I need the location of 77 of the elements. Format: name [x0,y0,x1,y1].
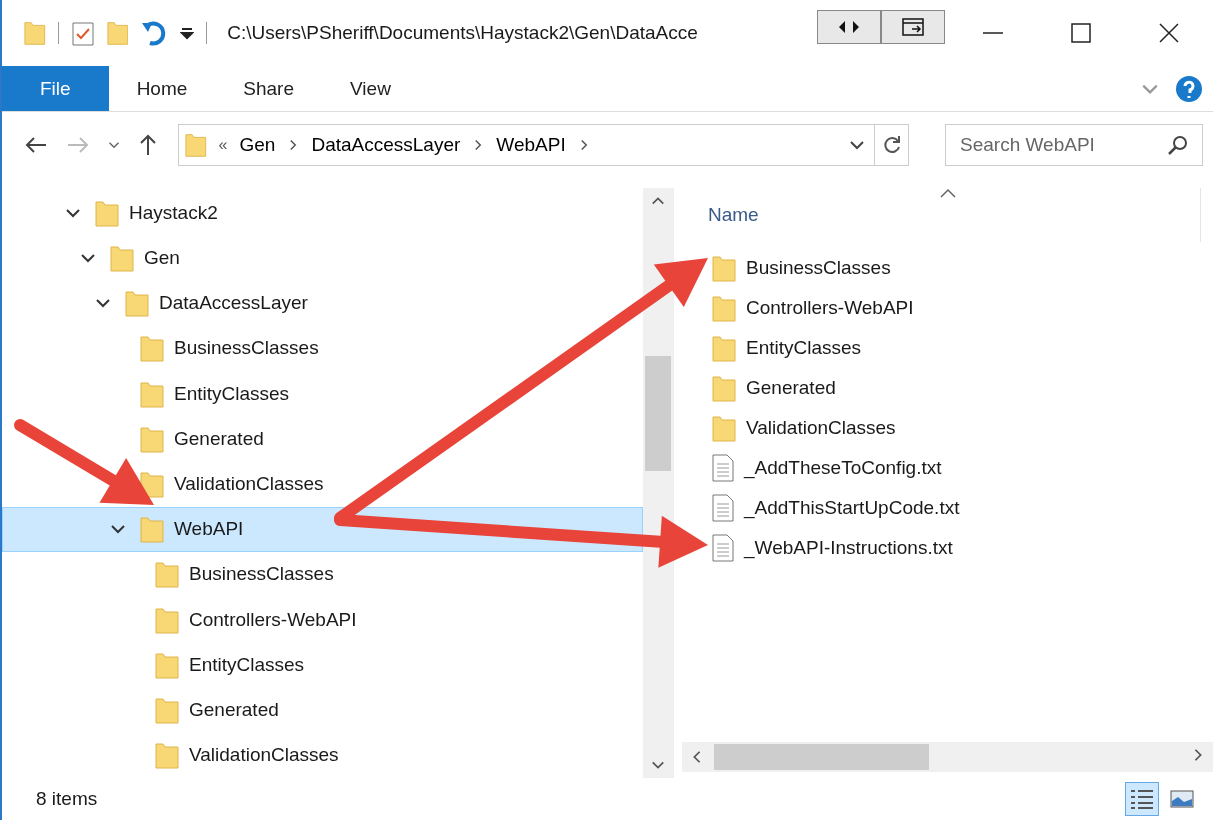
folder-icon [140,379,164,408]
left-right-arrows-icon [838,20,860,34]
help-icon[interactable] [1175,74,1203,103]
folder-icon [24,20,46,46]
tree-item[interactable]: BusinessClasses [2,325,643,371]
folder-icon [125,289,149,318]
dropdown-icon[interactable] [180,26,195,40]
breadcrumb[interactable]: Gen [239,134,276,156]
folder-icon [140,424,164,453]
tree-item[interactable]: EntityClasses [2,370,643,417]
minimize-icon [983,32,1003,34]
tree-item[interactable]: BusinessClasses [2,551,643,598]
sort-caret-icon [940,188,956,198]
folder-icon [712,254,736,282]
landscape-thumbnail-icon [1169,788,1195,810]
file-list-item[interactable]: _AddThisStartUpCode.txt [712,488,966,528]
folder-icon [155,560,179,589]
address-bar[interactable]: « Gen DataAccessLayer WebAPI [178,124,909,166]
folder-icon [712,294,736,322]
file-list-item[interactable]: _AddTheseToConfig.txt [712,448,948,488]
refresh-icon [881,135,902,155]
ribbon-tab[interactable]: Share [215,66,322,111]
tree-item[interactable]: Haystack2 [2,190,643,236]
breadcrumb[interactable]: DataAccessLayer [311,134,461,156]
ribbon-tab[interactable]: View [322,66,419,111]
up-arrow-icon [138,133,158,157]
file-list-item[interactable]: _WebAPI-Instructions.txt [712,528,959,568]
tree-item[interactable]: DataAccessLayer [2,280,643,326]
breadcrumb[interactable]: WebAPI [496,134,566,156]
document-icon [712,534,734,562]
tree-item[interactable]: ValidationClasses [2,461,643,507]
ribbon-tab[interactable]: File [2,66,109,111]
folder-icon [155,605,179,634]
tree-item[interactable]: Generated [2,416,643,462]
folder-icon [155,650,179,679]
window-arrow-icon [902,18,924,36]
tree-item[interactable]: EntityClasses [2,642,643,688]
column-header[interactable]: Name [708,204,759,226]
folder-icon [140,334,164,363]
tree-item[interactable]: Gen [2,235,643,281]
folder-icon [110,243,134,272]
maximize-icon [1071,23,1091,43]
tree-item[interactable]: Controllers-WebAPI [2,597,643,643]
tree-item[interactable]: ValidationClasses [2,732,643,779]
folder-icon [155,741,179,770]
file-list-item[interactable]: Controllers-WebAPI [712,288,920,328]
tree-item[interactable]: Generated [2,687,643,733]
document-icon [712,494,734,522]
ribbon-tab[interactable]: Home [108,66,216,111]
folder-icon [712,374,736,402]
search-field[interactable]: Search WebAPI [945,124,1203,166]
folder-icon [106,20,129,46]
folder-icon [185,132,207,158]
details-list-icon [1129,788,1155,810]
file-list-item[interactable]: ValidationClasses [712,408,902,448]
folder-icon [712,414,736,442]
file-list-item[interactable]: EntityClasses [712,328,868,368]
file-list-item[interactable]: Generated [712,368,842,408]
folder-icon [712,334,736,362]
search-icon [1167,134,1189,156]
scrollbar-thumb[interactable] [645,356,671,471]
back-arrow-icon [24,135,48,155]
folder-icon [155,696,179,725]
folder-icon [95,198,119,227]
file-list-item[interactable]: BusinessClasses [712,248,897,288]
folder-icon [140,515,164,544]
item-count: 8 items [36,788,98,810]
document-icon [712,454,734,482]
properties-icon[interactable] [70,19,95,47]
close-icon [1159,23,1179,43]
snap-button[interactable] [881,10,945,44]
resize-button[interactable] [817,10,881,44]
window-title: C:\Users\PSheriff\Documents\Haystack2\Gen\DataAcce [227,22,698,44]
details-view-button[interactable] [1125,782,1159,816]
overflow-crumb[interactable]: « [218,136,228,154]
scrollbar-thumb[interactable] [714,744,929,770]
forward-arrow-icon [66,135,90,155]
